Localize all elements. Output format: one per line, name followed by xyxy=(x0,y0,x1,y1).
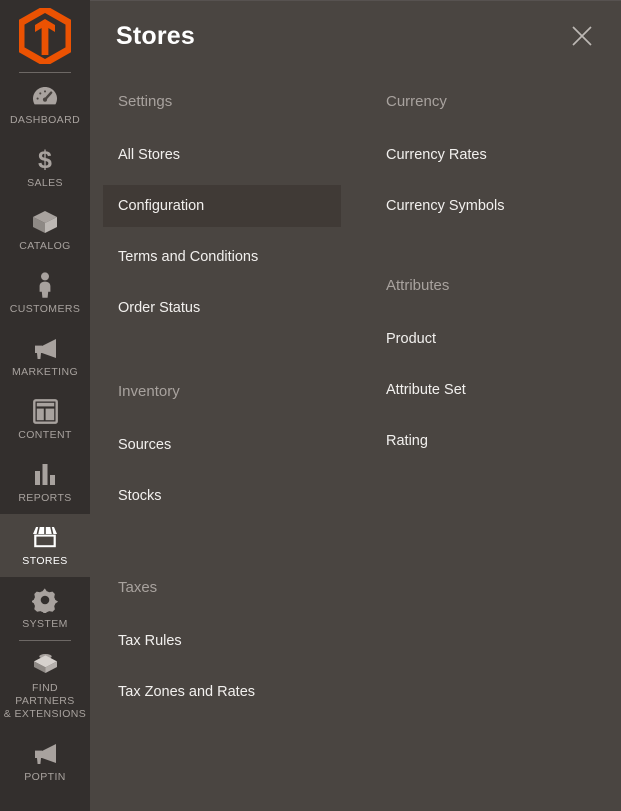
menu-group-attributes: Attributes Product Attribute Set Rating xyxy=(371,276,600,462)
menu-group-currency: Currency Currency Rates Currency Symbols xyxy=(371,92,600,227)
sidebar-item-sales[interactable]: $ SALES xyxy=(0,136,90,199)
megaphone-icon xyxy=(32,740,58,766)
menu-column-left: Settings All Stores Configuration Terms … xyxy=(90,92,360,722)
menu-item-tax-rules[interactable]: Tax Rules xyxy=(103,620,360,662)
sidebar-item-label: REPORTS xyxy=(18,492,71,505)
storefront-icon xyxy=(31,524,59,550)
menu-group-title: Currency xyxy=(371,92,600,112)
sidebar-item-label-line2: & EXTENSIONS xyxy=(4,708,86,720)
stores-menu-overlay: DASHBOARD $ SALES CATALOG xyxy=(0,0,621,811)
menu-group-title: Taxes xyxy=(103,578,360,598)
admin-sidebar: DASHBOARD $ SALES CATALOG xyxy=(0,0,90,811)
menu-item-sources[interactable]: Sources xyxy=(103,424,360,466)
menu-columns: Settings All Stores Configuration Terms … xyxy=(90,72,621,722)
magento-logo-icon xyxy=(19,8,71,64)
menu-item-tax-zones-and-rates[interactable]: Tax Zones and Rates xyxy=(103,671,360,713)
sidebar-item-content[interactable]: CONTENT xyxy=(0,388,90,451)
sidebar-item-label: DASHBOARD xyxy=(10,114,80,127)
sidebar-item-find-partners-extensions[interactable]: FIND PARTNERS & EXTENSIONS xyxy=(0,641,90,730)
sidebar-item-poptin[interactable]: POPTIN xyxy=(0,730,90,793)
spacer xyxy=(103,526,360,578)
menu-group-settings: Settings All Stores Configuration Terms … xyxy=(103,92,360,329)
megaphone-icon xyxy=(32,335,58,361)
close-x-icon xyxy=(571,25,593,47)
box-icon xyxy=(32,209,58,235)
sidebar-item-dashboard[interactable]: DASHBOARD xyxy=(0,73,90,136)
layout-window-icon xyxy=(33,398,58,424)
menu-group-title: Inventory xyxy=(103,382,360,402)
menu-group-taxes: Taxes Tax Rules Tax Zones and Rates xyxy=(103,578,360,713)
extension-block-icon xyxy=(32,651,59,677)
bar-chart-icon xyxy=(33,461,57,487)
sidebar-item-label: CUSTOMERS xyxy=(10,303,81,316)
sidebar-item-catalog[interactable]: CATALOG xyxy=(0,199,90,262)
menu-item-all-stores[interactable]: All Stores xyxy=(103,134,360,176)
menu-column-right: Currency Currency Rates Currency Symbols… xyxy=(360,92,600,722)
menu-group-title: Attributes xyxy=(371,276,600,296)
dashboard-gauge-icon xyxy=(32,83,58,109)
sidebar-item-marketing[interactable]: MARKETING xyxy=(0,325,90,388)
menu-group-inventory: Inventory Sources Stocks xyxy=(103,382,360,517)
sidebar-item-label: SYSTEM xyxy=(22,618,68,631)
menu-item-attribute-set[interactable]: Attribute Set xyxy=(371,369,600,411)
sidebar-item-reports[interactable]: REPORTS xyxy=(0,451,90,514)
menu-item-currency-rates[interactable]: Currency Rates xyxy=(371,134,600,176)
panel-top-border xyxy=(90,0,621,1)
spacer xyxy=(371,236,600,276)
sidebar-item-label: SALES xyxy=(27,177,63,190)
menu-item-rating[interactable]: Rating xyxy=(371,420,600,462)
sidebar-item-label: POPTIN xyxy=(24,771,66,784)
dollar-sign-icon: $ xyxy=(35,146,55,172)
sidebar-item-label: CATALOG xyxy=(19,240,70,253)
page-title: Stores xyxy=(116,22,567,51)
magento-logo[interactable] xyxy=(0,0,90,72)
menu-group-title: Settings xyxy=(103,92,360,112)
sidebar-item-label: STORES xyxy=(22,555,67,568)
menu-item-stocks[interactable]: Stocks xyxy=(103,475,360,517)
menu-item-configuration[interactable]: Configuration xyxy=(103,185,341,227)
sidebar-item-label-line1: FIND PARTNERS xyxy=(15,682,74,707)
sidebar-item-customers[interactable]: CUSTOMERS xyxy=(0,262,90,325)
spacer xyxy=(103,338,360,382)
sidebar-item-system[interactable]: SYSTEM xyxy=(0,577,90,640)
stores-menu-panel: Stores Settings All Stores Configuration… xyxy=(90,0,621,811)
menu-item-order-status[interactable]: Order Status xyxy=(103,287,360,329)
menu-item-currency-symbols[interactable]: Currency Symbols xyxy=(371,185,600,227)
sidebar-item-stores[interactable]: STORES xyxy=(0,514,90,577)
close-button[interactable] xyxy=(567,21,597,51)
panel-header: Stores xyxy=(90,0,621,72)
person-icon xyxy=(36,272,54,298)
svg-text:$: $ xyxy=(38,146,52,172)
menu-item-product[interactable]: Product xyxy=(371,318,600,360)
sidebar-item-label: MARKETING xyxy=(12,366,78,379)
sidebar-item-label: CONTENT xyxy=(18,429,72,442)
menu-item-terms-and-conditions[interactable]: Terms and Conditions xyxy=(103,236,360,278)
gear-icon xyxy=(32,587,58,613)
